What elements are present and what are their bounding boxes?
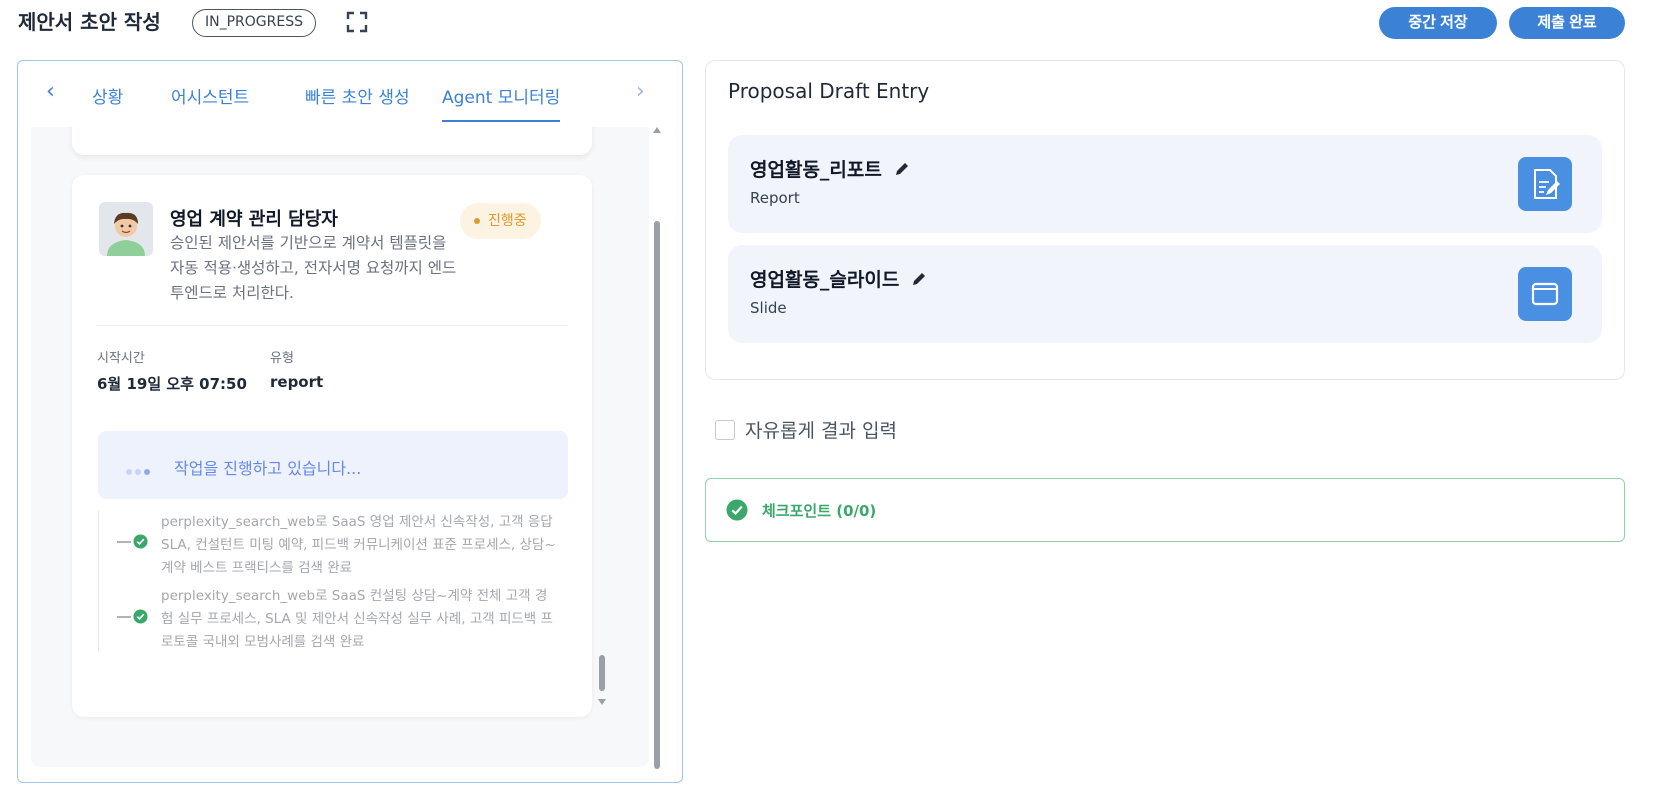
draft-entry-report[interactable]: 영업활동_리포트 Report bbox=[728, 135, 1602, 233]
check-circle-icon bbox=[726, 499, 748, 521]
agent-card: 영업 계약 관리 담당자 승인된 제안서를 기반으로 계약서 템플릿을 자동 적… bbox=[72, 175, 592, 717]
list-item bbox=[72, 127, 592, 155]
progress-indicator: 작업을 진행하고 있습니다... bbox=[98, 431, 568, 499]
pencil-icon[interactable] bbox=[893, 160, 911, 178]
free-input-label[interactable]: 자유롭게 결과 입력 bbox=[745, 416, 897, 443]
entry-type: Slide bbox=[750, 299, 787, 317]
progress-text: 작업을 진행하고 있습니다... bbox=[174, 459, 362, 478]
draft-entry-slide[interactable]: 영업활동_슬라이드 Slide bbox=[728, 245, 1602, 343]
entry-name: 영업활동_슬라이드 bbox=[750, 265, 928, 292]
tab-next-icon[interactable]: › bbox=[636, 79, 645, 104]
check-circle-icon bbox=[133, 534, 148, 549]
entry-name: 영업활동_리포트 bbox=[750, 155, 911, 182]
pencil-icon[interactable] bbox=[910, 270, 928, 288]
log-entry: perplexity_search_web로 SaaS 컨설팅 상담~계약 전체… bbox=[161, 588, 553, 650]
tab-quick-draft[interactable]: 빠른 초안 생성 bbox=[305, 83, 410, 108]
tab-situation[interactable]: 상황 bbox=[92, 83, 123, 108]
top-bar: 제안서 초안 작성 IN_PROGRESS 중간 저장 제출 완료 bbox=[0, 0, 1658, 46]
tab-bar: ‹ 상황 어시스턴트 빠른 초안 생성 Agent 모니터링 › bbox=[18, 61, 682, 127]
save-draft-button[interactable]: 중간 저장 bbox=[1379, 7, 1497, 39]
status-label: 진행중 bbox=[488, 213, 527, 229]
status-badge: 진행중 bbox=[460, 203, 541, 239]
avatar bbox=[99, 202, 153, 256]
free-input-checkbox[interactable] bbox=[715, 420, 735, 440]
tab-prev-icon[interactable]: ‹ bbox=[46, 79, 55, 104]
proposal-draft-panel: Proposal Draft Entry 영업활동_리포트 Report 영업활… bbox=[705, 60, 1625, 380]
agent-name: 영업 계약 관리 담당자 bbox=[170, 209, 338, 230]
checkpoint-section[interactable]: 체크포인트 (0/0) bbox=[705, 478, 1625, 542]
entry-name-text: 영업활동_리포트 bbox=[750, 159, 882, 181]
status-dot-icon bbox=[474, 218, 480, 224]
agent-monitoring-panel: ‹ 상황 어시스턴트 빠른 초안 생성 Agent 모니터링 › 영업 계약 관… bbox=[17, 60, 683, 783]
divider bbox=[97, 325, 567, 326]
entry-type: Report bbox=[750, 189, 800, 207]
type-value: report bbox=[270, 373, 324, 391]
start-time-label: 시작시간 bbox=[97, 351, 145, 366]
log-connector bbox=[117, 616, 131, 618]
checkpoint-label: 체크포인트 (0/0) bbox=[762, 502, 877, 520]
check-circle-icon bbox=[133, 609, 148, 624]
fullscreen-icon[interactable] bbox=[345, 10, 369, 34]
activity-log: perplexity_search_web로 SaaS 영업 제안서 신속작성,… bbox=[98, 511, 568, 651]
status-badge: IN_PROGRESS bbox=[192, 9, 316, 37]
log-entry: perplexity_search_web로 SaaS 영업 제안서 신속작성,… bbox=[161, 514, 556, 576]
loading-dots-icon bbox=[126, 460, 153, 479]
document-edit-icon[interactable] bbox=[1518, 157, 1572, 211]
inner-scrollbar[interactable] bbox=[595, 127, 609, 767]
agent-description: 승인된 제안서를 기반으로 계약서 템플릿을 자동 적용·생성하고, 전자서명 … bbox=[170, 234, 457, 302]
slide-icon[interactable] bbox=[1518, 267, 1572, 321]
page-title: 제안서 초안 작성 bbox=[18, 10, 161, 34]
agent-list: 영업 계약 관리 담당자 승인된 제안서를 기반으로 계약서 템플릿을 자동 적… bbox=[31, 127, 649, 767]
submit-button[interactable]: 제출 완료 bbox=[1509, 7, 1625, 39]
tab-agent-monitoring[interactable]: Agent 모니터링 bbox=[442, 83, 561, 122]
panel-title: Proposal Draft Entry bbox=[728, 79, 930, 103]
entry-name-text: 영업활동_슬라이드 bbox=[750, 269, 900, 291]
start-time-value: 6월 19일 오후 07:50 bbox=[97, 375, 247, 393]
tab-assistant[interactable]: 어시스턴트 bbox=[171, 83, 249, 108]
log-connector bbox=[117, 541, 131, 543]
type-label: 유형 bbox=[270, 351, 294, 366]
panel-scrollbar[interactable] bbox=[650, 123, 664, 778]
